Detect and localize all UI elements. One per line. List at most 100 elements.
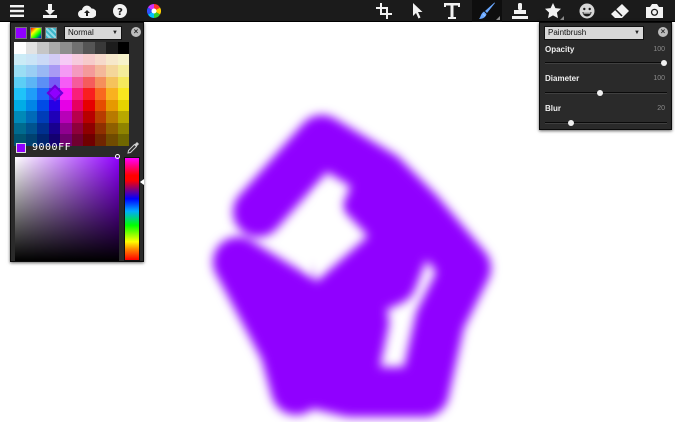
diameter-slider[interactable] xyxy=(545,90,667,96)
color-swatch[interactable] xyxy=(60,53,72,65)
emoji-icon[interactable] xyxy=(574,0,600,22)
cloud-upload-icon[interactable] xyxy=(74,0,100,22)
blur-slider-thumb[interactable] xyxy=(568,120,575,126)
color-swatch[interactable] xyxy=(37,122,49,134)
color-swatch[interactable] xyxy=(83,134,95,146)
color-swatch[interactable] xyxy=(60,76,72,88)
gradient-mode-button[interactable] xyxy=(30,27,42,39)
color-swatch[interactable] xyxy=(48,111,60,123)
color-swatch[interactable] xyxy=(83,99,95,111)
color-swatch[interactable] xyxy=(48,65,60,77)
color-swatch[interactable] xyxy=(117,111,129,123)
color-swatch[interactable] xyxy=(94,99,106,111)
color-swatch[interactable] xyxy=(106,122,118,134)
color-swatch[interactable] xyxy=(48,42,60,54)
color-swatch[interactable] xyxy=(14,42,26,54)
color-swatch[interactable] xyxy=(14,88,26,100)
color-swatch[interactable] xyxy=(83,111,95,123)
blur-slider[interactable] xyxy=(545,120,667,126)
color-swatch[interactable] xyxy=(14,76,26,88)
color-swatch[interactable] xyxy=(117,53,129,65)
close-icon[interactable]: × xyxy=(131,27,141,37)
color-swatch[interactable] xyxy=(83,122,95,134)
color-swatch[interactable] xyxy=(106,111,118,123)
color-swatch[interactable] xyxy=(117,76,129,88)
color-swatch[interactable] xyxy=(106,53,118,65)
color-swatch[interactable] xyxy=(25,76,37,88)
color-swatch[interactable] xyxy=(14,111,26,123)
color-swatch[interactable] xyxy=(14,99,26,111)
hue-slider[interactable] xyxy=(124,157,140,261)
camera-icon[interactable] xyxy=(641,0,667,22)
color-swatch[interactable] xyxy=(37,53,49,65)
color-wheel-icon[interactable] xyxy=(141,0,167,22)
color-swatch[interactable] xyxy=(83,76,95,88)
color-swatch[interactable] xyxy=(60,111,72,123)
color-swatch[interactable] xyxy=(94,88,106,100)
color-swatch[interactable] xyxy=(106,99,118,111)
color-swatch[interactable] xyxy=(94,122,106,134)
color-swatch[interactable] xyxy=(94,134,106,146)
color-swatch[interactable] xyxy=(60,65,72,77)
color-swatch[interactable] xyxy=(71,65,83,77)
color-swatch[interactable] xyxy=(117,42,129,54)
color-swatch[interactable] xyxy=(71,76,83,88)
color-swatch[interactable] xyxy=(71,99,83,111)
color-swatch[interactable] xyxy=(71,111,83,123)
color-swatch[interactable] xyxy=(83,88,95,100)
hex-color-value[interactable]: 9000FF xyxy=(32,142,71,153)
select-arrow-icon[interactable] xyxy=(405,0,431,22)
color-swatch[interactable] xyxy=(14,53,26,65)
color-swatch[interactable] xyxy=(25,88,37,100)
color-swatch[interactable] xyxy=(48,53,60,65)
color-swatch[interactable] xyxy=(94,76,106,88)
color-swatch[interactable] xyxy=(25,99,37,111)
color-swatch[interactable] xyxy=(117,122,129,134)
color-swatch[interactable] xyxy=(106,42,118,54)
color-swatch[interactable] xyxy=(37,111,49,123)
blend-mode-select[interactable]: Normal ▼ xyxy=(64,26,122,40)
color-swatch[interactable] xyxy=(60,42,72,54)
color-swatch[interactable] xyxy=(106,76,118,88)
color-swatch[interactable] xyxy=(14,65,26,77)
color-swatch[interactable] xyxy=(14,122,26,134)
color-swatch[interactable] xyxy=(48,122,60,134)
color-swatch[interactable] xyxy=(37,76,49,88)
color-swatch[interactable] xyxy=(106,88,118,100)
color-swatch[interactable] xyxy=(71,122,83,134)
stamp-icon[interactable] xyxy=(507,0,533,22)
color-swatch[interactable] xyxy=(71,42,83,54)
help-icon[interactable]: ? xyxy=(107,0,133,22)
download-icon[interactable] xyxy=(37,0,63,22)
color-swatch[interactable] xyxy=(83,53,95,65)
color-swatch[interactable] xyxy=(106,134,118,146)
color-swatch[interactable] xyxy=(71,88,83,100)
crop-icon[interactable] xyxy=(371,0,397,22)
sv-cursor[interactable] xyxy=(115,154,120,159)
diameter-slider-thumb[interactable] xyxy=(597,90,604,96)
color-swatch[interactable] xyxy=(83,65,95,77)
color-swatch[interactable] xyxy=(25,122,37,134)
paintbrush-icon[interactable] xyxy=(472,0,502,22)
color-swatch[interactable] xyxy=(60,99,72,111)
opacity-slider[interactable] xyxy=(545,60,667,66)
color-swatch[interactable] xyxy=(94,111,106,123)
color-swatch[interactable] xyxy=(106,65,118,77)
opacity-slider-thumb[interactable] xyxy=(661,60,667,66)
color-swatch[interactable] xyxy=(25,65,37,77)
menu-icon[interactable] xyxy=(4,0,30,22)
color-swatch[interactable] xyxy=(117,99,129,111)
color-swatch[interactable] xyxy=(71,134,83,146)
color-swatch[interactable] xyxy=(94,65,106,77)
color-swatch[interactable] xyxy=(25,42,37,54)
close-icon[interactable]: × xyxy=(658,27,668,37)
pattern-mode-button[interactable] xyxy=(45,27,57,39)
color-swatch[interactable] xyxy=(37,99,49,111)
color-swatch[interactable] xyxy=(94,53,106,65)
color-swatch[interactable] xyxy=(71,53,83,65)
star-icon[interactable] xyxy=(540,0,566,22)
color-swatch[interactable] xyxy=(94,42,106,54)
color-swatch[interactable] xyxy=(83,42,95,54)
color-swatch[interactable] xyxy=(25,111,37,123)
eyedropper-icon[interactable] xyxy=(126,141,140,155)
